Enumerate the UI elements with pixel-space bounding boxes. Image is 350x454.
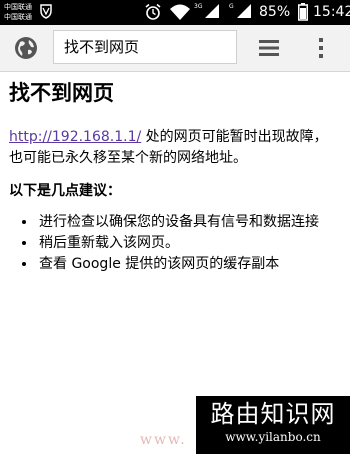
url-bar[interactable]: 找不到网页 bbox=[53, 30, 237, 64]
page-content: 找不到网页 http://192.168.1.1/ 处的网页可能暂时出现故障，也… bbox=[9, 72, 341, 275]
suggestion-item: 进行检查以确保您的设备具有信号和数据连接 bbox=[37, 212, 341, 233]
globe-icon[interactable] bbox=[14, 36, 38, 60]
watermark-faint-text: www. bbox=[140, 432, 187, 448]
watermark: 路由知识网 www.yilanbo.cn bbox=[196, 396, 350, 454]
wifi-icon bbox=[170, 4, 190, 20]
shield-icon bbox=[40, 4, 52, 19]
suggestion-item: 查看 Google 提供的该网页的缓存副本 bbox=[37, 254, 341, 275]
status-bar: 中国联通 中国联通 3G G 85% 15:42 bbox=[0, 0, 350, 25]
browser-toolbar: 找不到网页 bbox=[0, 25, 350, 72]
suggestions-list: 进行检查以确保您的设备具有信号和数据连接 稍后重新载入该网页。 查看 Googl… bbox=[9, 212, 341, 275]
alarm-icon bbox=[145, 3, 161, 20]
suggestions-heading: 以下是几点建议： bbox=[9, 183, 121, 199]
carrier-2-label: 中国联通 bbox=[4, 13, 32, 21]
network-type-1: 3G bbox=[194, 3, 203, 10]
carrier-labels: 中国联通 中国联通 bbox=[4, 2, 32, 22]
suggestion-item: 稍后重新载入该网页。 bbox=[37, 233, 341, 254]
battery-percent: 85% bbox=[259, 4, 291, 20]
watermark-url: www.yilanbo.cn bbox=[225, 430, 321, 444]
signal-icon-2 bbox=[237, 4, 251, 18]
signal-icon-1 bbox=[205, 4, 219, 18]
overflow-menu-icon[interactable] bbox=[317, 36, 325, 60]
failed-url-link[interactable]: http://192.168.1.1/ bbox=[9, 129, 141, 145]
tabs-icon[interactable] bbox=[259, 38, 279, 58]
carrier-1-label: 中国联通 bbox=[4, 3, 32, 11]
network-type-2: G bbox=[229, 3, 234, 10]
battery-icon bbox=[298, 3, 308, 21]
error-description: http://192.168.1.1/ 处的网页可能暂时出现故障，也可能已永久移… bbox=[9, 127, 339, 169]
clock: 15:42 bbox=[313, 4, 350, 20]
page-title: 找不到网页 bbox=[9, 81, 114, 105]
watermark-title: 路由知识网 bbox=[210, 400, 336, 428]
